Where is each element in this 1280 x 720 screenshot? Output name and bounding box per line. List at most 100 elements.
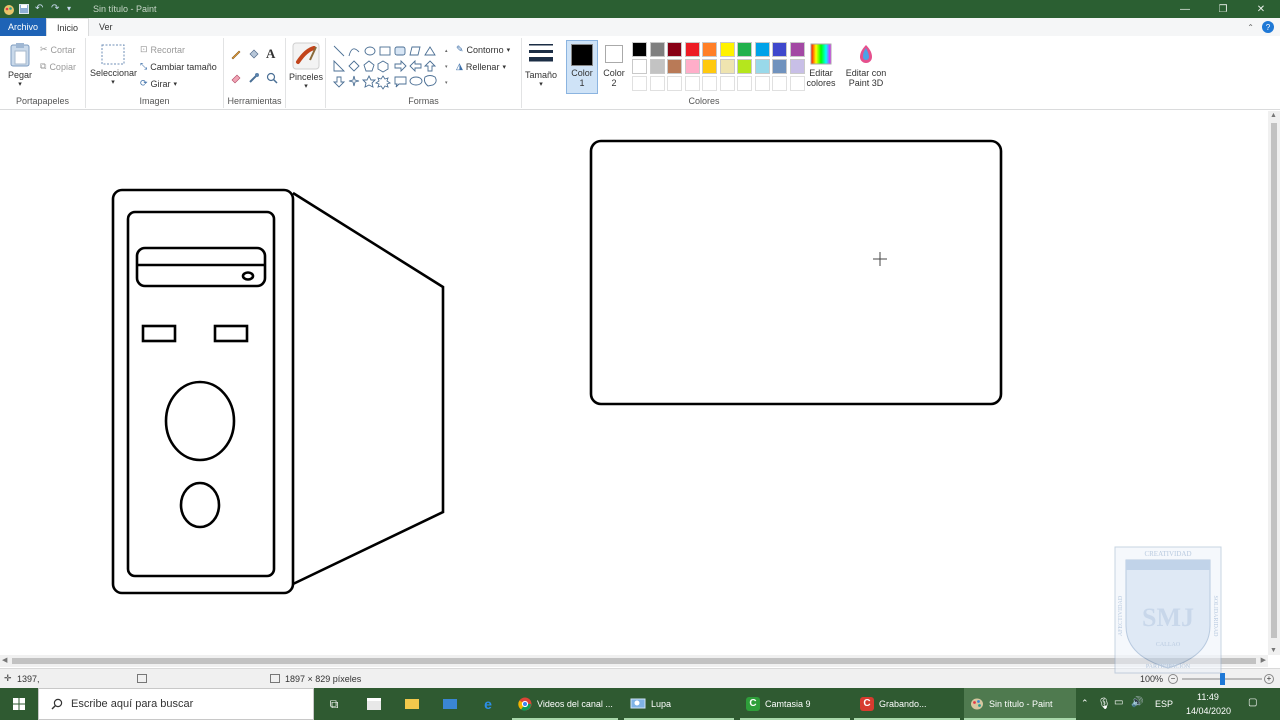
vertical-scrollbar[interactable]: ▲ ▼ [1268,111,1280,655]
eraser-icon[interactable] [230,72,242,84]
fill-bucket-icon[interactable] [248,48,260,60]
close-button[interactable]: ✕ [1242,0,1280,18]
vertical-scroll-thumb[interactable] [1271,123,1277,638]
scroll-up-icon[interactable]: ▲ [1270,112,1277,119]
palette-custom-swatch[interactable] [737,76,752,91]
copy-button[interactable]: ⧉ Copiar [40,61,76,72]
collapse-ribbon-icon[interactable]: ⌃ [1247,23,1254,32]
edit-with-paint3d-button[interactable]: Editar con Paint 3D [842,42,890,88]
scroll-left-icon[interactable]: ◀ [2,656,7,664]
magnifier-tool-icon[interactable] [266,72,278,84]
customize-qat-icon[interactable]: ▾ [67,4,77,14]
palette-custom-swatch[interactable] [772,76,787,91]
zoom-out-button[interactable]: − [1168,673,1178,684]
shapes-gallery[interactable]: ▴ ▾ ▾ [332,44,450,90]
zoom-slider-thumb[interactable] [1220,673,1225,685]
size-dropdown-icon[interactable]: ▾ [522,80,560,88]
palette-color-swatch[interactable] [719,59,735,74]
start-button[interactable] [0,688,38,720]
palette-color-swatch[interactable] [737,59,752,74]
palette-color-swatch[interactable] [772,59,787,74]
palette-color-swatch[interactable] [684,42,700,57]
palette-color-swatch[interactable] [754,59,770,74]
palette-custom-swatch[interactable] [702,76,717,91]
palette-color-swatch[interactable] [649,42,665,57]
palette-color-swatch[interactable] [632,59,647,74]
brushes-dropdown-icon[interactable]: ▾ [288,82,324,90]
zoom-slider[interactable] [1182,673,1262,685]
outline-button[interactable]: ✎ Contorno ▾ [456,44,510,55]
scroll-down-icon[interactable]: ▼ [1270,647,1277,654]
taskbar-app-camtasia[interactable]: C Camtasia 9 [740,688,850,720]
taskbar-app-paint[interactable]: Sin título - Paint [964,688,1076,720]
color-picker-icon[interactable] [248,72,260,84]
canvas[interactable] [0,111,1268,655]
horizontal-scroll-thumb[interactable] [12,658,1256,664]
store-button[interactable] [362,688,386,720]
palette-color-swatch[interactable] [772,42,787,57]
color2-button[interactable]: Color 2 [600,40,628,88]
task-view-button[interactable]: ⧉ [322,688,346,720]
network-icon[interactable]: ▭ [1114,697,1123,708]
select-dropdown-icon[interactable]: ▾ [90,78,136,86]
tab-home[interactable]: Inicio [46,18,90,36]
size-button[interactable]: Tamaño ▾ [522,42,560,88]
zoom-in-button[interactable]: + [1264,673,1274,684]
tab-view[interactable]: Ver [89,18,123,36]
save-icon[interactable] [19,4,29,14]
notifications-icon[interactable]: ▢ [1248,697,1257,708]
minimize-button[interactable]: — [1166,0,1204,18]
tray-overflow-icon[interactable]: ⌃ [1081,698,1089,709]
help-icon[interactable]: ? [1262,21,1274,33]
palette-color-swatch[interactable] [632,42,647,57]
file-explorer-button[interactable] [400,688,424,720]
paste-button[interactable]: Pegar ▾ [6,42,34,88]
brushes-button[interactable]: Pinceles ▾ [288,42,324,90]
palette-color-swatch[interactable] [684,59,700,74]
palette-color-swatch[interactable] [719,42,735,57]
palette-color-swatch[interactable] [649,59,665,74]
taskbar-app-chrome[interactable]: Videos del canal ... [512,688,618,720]
palette-color-swatch[interactable] [667,42,682,57]
select-button[interactable]: Seleccionar ▾ [90,44,137,86]
fill-button[interactable]: ◮ Rellenar ▾ [456,61,506,72]
palette-color-swatch[interactable] [667,59,682,74]
maximize-button[interactable]: ❐ [1204,0,1242,18]
palette-custom-swatch[interactable] [684,76,700,91]
paint-app-icon[interactable] [3,4,14,15]
edit-colors-button[interactable]: Editar colores [804,42,838,88]
palette-color-swatch[interactable] [754,42,770,57]
edge-button[interactable]: e [476,688,500,720]
cut-button[interactable]: ✂ Cortar [40,44,76,55]
taskbar-app-magnifier[interactable]: Lupa [624,688,734,720]
microphone-icon[interactable]: 🎙 [1097,697,1111,710]
color1-button[interactable]: Color 1 [566,40,598,94]
mail-button[interactable] [438,688,462,720]
resize-button[interactable]: ⤡ Cambiar tamaño [140,61,217,72]
palette-color-swatch[interactable] [789,42,805,57]
clock-date[interactable]: 14/04/2020 [1186,706,1231,716]
language-indicator[interactable]: ESP [1155,699,1173,709]
taskbar-app-recorder[interactable]: C Grabando... [854,688,960,720]
volume-icon[interactable]: 🔊 [1131,697,1143,708]
palette-custom-swatch[interactable] [649,76,665,91]
tab-file[interactable]: Archivo [0,18,47,36]
paste-dropdown-icon[interactable]: ▾ [6,80,34,88]
clock-time[interactable]: 11:49 [1197,692,1219,702]
text-tool-icon[interactable]: A [266,46,275,62]
palette-color-swatch[interactable] [702,59,717,74]
palette-custom-swatch[interactable] [719,76,735,91]
scroll-right-icon[interactable]: ▶ [1261,656,1266,664]
redo-icon[interactable]: ↷ [51,4,61,14]
crop-button[interactable]: ⊡ Recortar [140,44,185,55]
palette-custom-swatch[interactable] [632,76,647,91]
palette-custom-swatch[interactable] [754,76,770,91]
palette-custom-swatch[interactable] [667,76,682,91]
palette-color-swatch[interactable] [789,59,805,74]
palette-color-swatch[interactable] [737,42,752,57]
horizontal-scrollbar[interactable]: ◀ ▶ [0,655,1268,667]
pencil-icon[interactable] [230,48,242,60]
palette-custom-swatch[interactable] [789,76,805,91]
taskbar-search[interactable]: Escribe aquí para buscar [38,688,314,720]
palette-color-swatch[interactable] [702,42,717,57]
